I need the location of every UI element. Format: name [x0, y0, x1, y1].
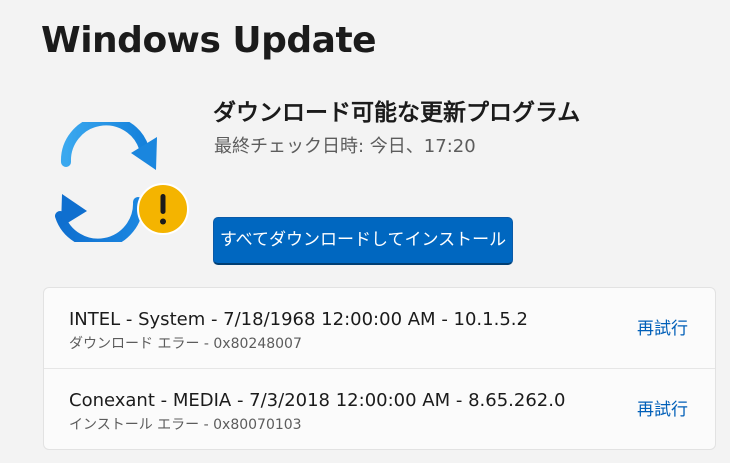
update-name: Conexant - MEDIA - 7/3/2018 12:00:00 AM … [69, 390, 566, 411]
failed-updates-list: INTEL - System - 7/18/1968 12:00:00 AM -… [43, 287, 716, 450]
install-all-button[interactable]: すべてダウンロードしてインストール [213, 217, 513, 265]
retry-button[interactable]: 再試行 [637, 397, 688, 423]
retry-button[interactable]: 再試行 [637, 316, 688, 342]
last-checked-time: 最終チェック日時: 今日、17:20 [214, 136, 476, 157]
update-error-status: ダウンロード エラー - 0x80248007 [69, 336, 302, 352]
sync-warning-icon [52, 115, 192, 249]
update-row: INTEL - System - 7/18/1968 12:00:00 AM -… [44, 288, 715, 368]
update-error-status: インストール エラー - 0x80070103 [69, 417, 302, 433]
update-row: Conexant - MEDIA - 7/3/2018 12:00:00 AM … [44, 368, 715, 448]
page-title: Windows Update [41, 20, 377, 61]
update-status-title: ダウンロード可能な更新プログラム [213, 100, 581, 126]
update-name: INTEL - System - 7/18/1968 12:00:00 AM -… [69, 309, 528, 330]
